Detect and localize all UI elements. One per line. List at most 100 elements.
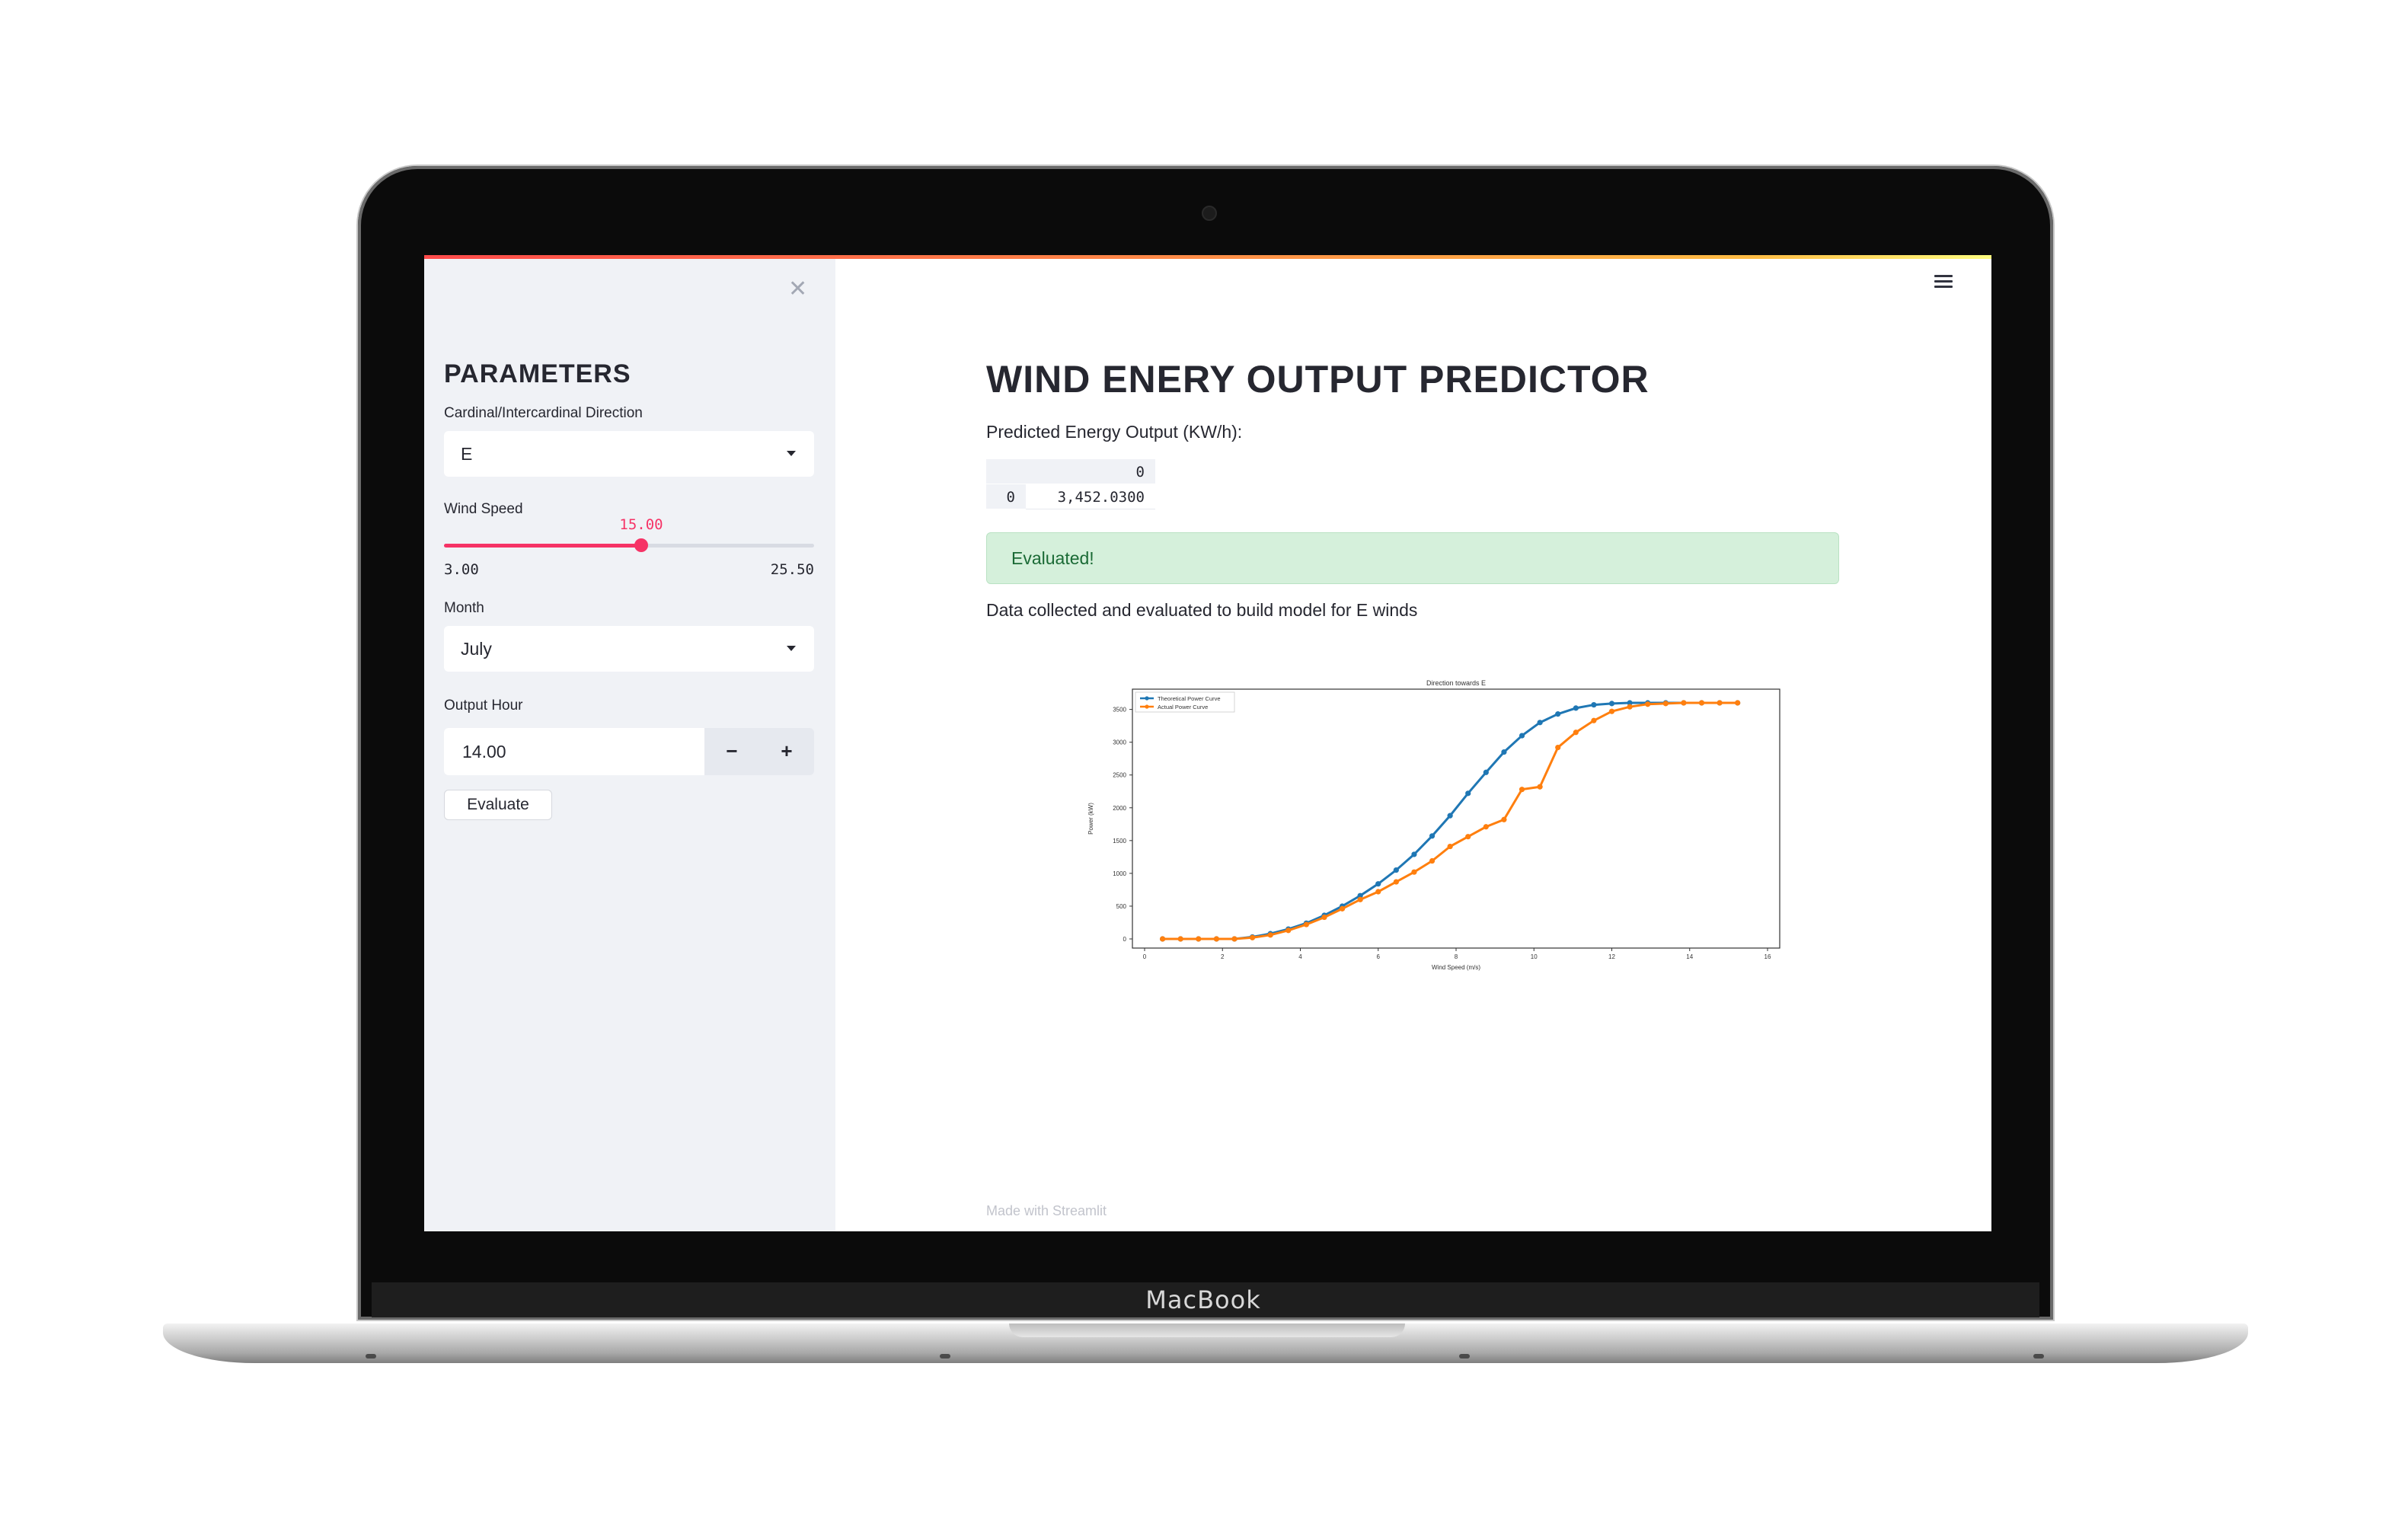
table-cell: 3,452.0300 xyxy=(1026,484,1155,509)
y-tick-label: 1000 xyxy=(1113,870,1126,877)
data-point xyxy=(1573,730,1579,736)
wind-speed-min: 3.00 xyxy=(444,561,479,578)
month-label: Month xyxy=(444,600,484,616)
y-tick-label: 0 xyxy=(1123,936,1127,943)
laptop-foot xyxy=(366,1354,376,1359)
x-tick-label: 2 xyxy=(1221,953,1225,960)
column-header: 0 xyxy=(1135,464,1145,481)
data-point xyxy=(1393,867,1399,873)
data-point xyxy=(1483,769,1489,775)
data-point xyxy=(1645,701,1651,707)
direction-select[interactable]: E xyxy=(444,431,814,477)
data-point xyxy=(1411,869,1417,875)
laptop-foot xyxy=(1459,1354,1470,1359)
laptop-notch xyxy=(1009,1323,1405,1337)
table-header: 0 xyxy=(986,459,1155,484)
wind-speed-slider[interactable] xyxy=(444,538,814,552)
legend-label: Theoretical Power Curve xyxy=(1158,695,1221,702)
y-tick-label: 2000 xyxy=(1113,805,1126,812)
prediction-table: 0 0 3,452.0300 xyxy=(986,459,1155,509)
data-point xyxy=(1213,936,1219,942)
data-point xyxy=(1608,708,1615,714)
data-point xyxy=(1339,905,1346,912)
prediction-label: Predicted Energy Output (KW/h): xyxy=(986,422,1243,442)
app-screen: ✕ PARAMETERS Cardinal/Intercardinal Dire… xyxy=(424,255,1991,1231)
row-index-label: 0 xyxy=(1006,489,1015,506)
y-tick-label: 500 xyxy=(1116,903,1127,910)
slider-thumb[interactable] xyxy=(634,538,649,552)
legend-marker xyxy=(1145,696,1149,701)
data-point xyxy=(1447,813,1453,819)
chart-description: Data collected and evaluated to build mo… xyxy=(986,600,1418,620)
x-tick-label: 12 xyxy=(1608,953,1615,960)
output-hour-label: Output Hour xyxy=(444,698,523,714)
data-point xyxy=(1357,896,1363,902)
y-tick-label: 3500 xyxy=(1113,707,1126,714)
wind-speed-max: 25.50 xyxy=(770,561,814,578)
data-point xyxy=(1465,834,1471,840)
wind-speed-value: 15.00 xyxy=(619,516,663,533)
data-point xyxy=(1483,824,1489,830)
success-message: Evaluated! xyxy=(1011,548,1094,568)
data-point xyxy=(1375,889,1381,895)
data-point xyxy=(1519,733,1525,739)
y-tick-label: 2500 xyxy=(1113,772,1126,779)
power-curve-chart: Direction towards E Wind Speed (m/s) Power… xyxy=(1087,679,1780,971)
month-select-value: July xyxy=(461,639,492,659)
x-tick-label: 0 xyxy=(1143,953,1147,960)
x-tick-label: 6 xyxy=(1377,953,1381,960)
x-tick-label: 8 xyxy=(1455,953,1458,960)
slider-fill xyxy=(444,544,642,548)
data-point xyxy=(1627,704,1633,710)
month-select[interactable]: July xyxy=(444,626,814,672)
data-point xyxy=(1698,700,1705,706)
data-point xyxy=(1662,701,1669,707)
data-point xyxy=(1591,717,1597,723)
data-point xyxy=(1177,936,1183,942)
data-point xyxy=(1411,851,1417,857)
laptop-foot xyxy=(2033,1354,2044,1359)
data-point xyxy=(1196,936,1202,942)
laptop-foot xyxy=(940,1354,950,1359)
x-tick-label: 10 xyxy=(1531,953,1538,960)
data-point xyxy=(1537,720,1543,726)
data-point xyxy=(1267,932,1273,938)
legend-marker xyxy=(1145,704,1149,709)
x-axis-label: Wind Speed (m/s) xyxy=(1432,964,1480,971)
data-point xyxy=(1393,879,1399,885)
data-point xyxy=(1285,928,1292,934)
decrement-button[interactable]: − xyxy=(704,728,759,775)
data-point xyxy=(1735,700,1741,706)
increment-button[interactable]: + xyxy=(759,728,814,775)
data-point xyxy=(1555,711,1561,717)
data-point xyxy=(1429,833,1436,839)
data-point xyxy=(1501,816,1507,822)
row-index: 0 xyxy=(986,484,1026,509)
data-point xyxy=(1519,787,1525,793)
chevron-down-icon xyxy=(787,451,796,456)
hamburger-menu-icon[interactable] xyxy=(1934,275,1953,290)
output-hour-value: 14.00 xyxy=(462,742,506,762)
data-point xyxy=(1429,857,1436,864)
plot-area xyxy=(1132,688,1780,949)
direction-select-value: E xyxy=(461,444,473,464)
data-point xyxy=(1591,701,1597,708)
y-axis-label: Power (kW) xyxy=(1087,803,1094,835)
device-brand: MacBook xyxy=(1145,1285,1261,1314)
made-with-streamlit-link[interactable]: Made with Streamlit xyxy=(986,1203,1107,1219)
data-point xyxy=(1249,934,1256,940)
evaluate-button[interactable]: Evaluate xyxy=(444,790,552,820)
output-hour-input[interactable]: 14.00 xyxy=(444,728,704,775)
page-title: WIND ENERY OUTPUT PREDICTOR xyxy=(986,358,1650,401)
sidebar: ✕ PARAMETERS Cardinal/Intercardinal Dire… xyxy=(424,259,835,1231)
close-sidebar-icon[interactable]: ✕ xyxy=(788,276,807,302)
data-point xyxy=(1303,921,1309,928)
x-tick-label: 14 xyxy=(1686,953,1693,960)
chevron-down-icon xyxy=(787,646,796,651)
wind-speed-label: Wind Speed xyxy=(444,501,523,517)
y-tick-label: 3000 xyxy=(1113,739,1126,746)
data-point xyxy=(1159,936,1166,942)
camera-icon xyxy=(1202,206,1217,221)
data-point xyxy=(1537,784,1543,790)
data-point xyxy=(1321,914,1327,921)
